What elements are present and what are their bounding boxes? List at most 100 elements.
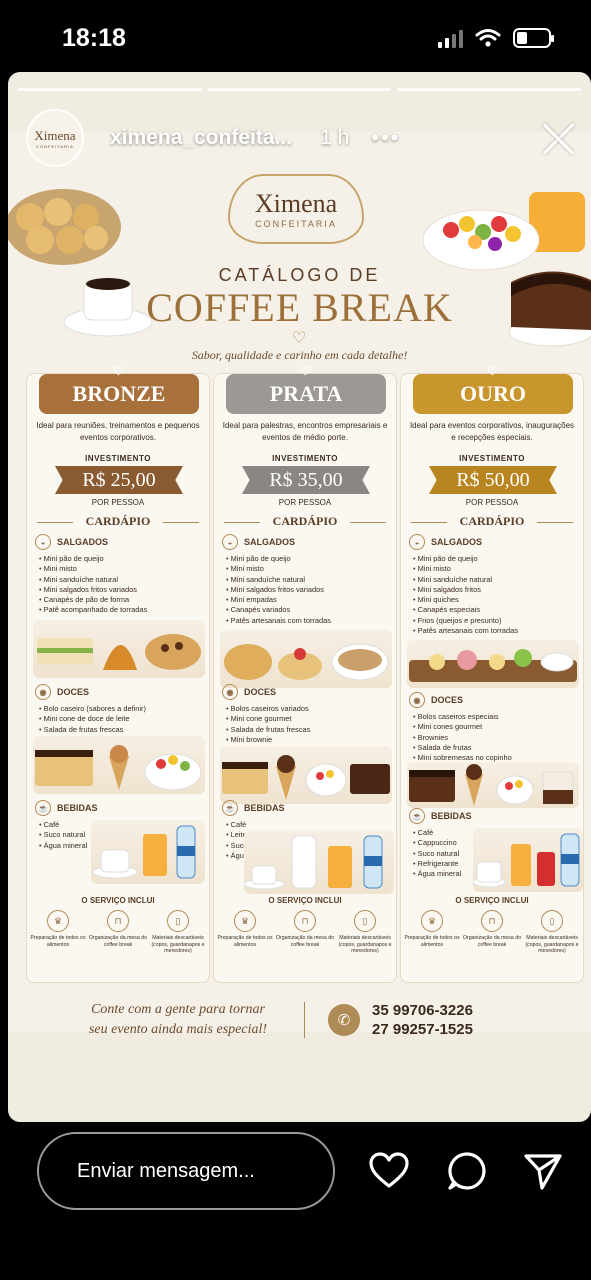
flyer-footer: Conte com a gente para tornar seu evento … — [8, 992, 591, 1042]
service-item: ▯ Materiais descartáveis (copos, guardana… — [149, 910, 207, 955]
service-item: ♛ Preparação de todos os alimentos — [216, 910, 274, 955]
service-label: O SERVIÇO INCLUI — [268, 896, 342, 905]
service-text: Materiais descartáveis (copos, guardanap… — [525, 935, 579, 955]
menu-item: Canapés de pão de forma — [39, 595, 203, 605]
menu-item: Mini misto — [413, 564, 577, 574]
menu-item: Canapés especiais — [413, 605, 577, 615]
investment-label: INVESTIMENTO — [459, 454, 525, 463]
story-username[interactable]: ximena_confeita... — [110, 126, 292, 150]
brand-logo: Ximena CONFEITARIA — [228, 174, 364, 244]
menu-item: Mini empadas — [226, 595, 390, 605]
menu-item: Mini sanduíche natural — [226, 575, 390, 585]
avatar[interactable]: Ximena CONFEITARIA — [26, 109, 84, 167]
doces-list: Bolos caseiros especiaisMini cones gourm… — [413, 712, 577, 763]
services-row: ♛ Preparação de todos os alimentos ⊓ Organ… — [403, 910, 581, 955]
chef-hat-icon: ♛ — [47, 910, 69, 932]
footer-line1: Conte com a gente para tornar — [91, 1002, 265, 1017]
close-icon[interactable] — [541, 120, 577, 156]
heart-icon[interactable] — [368, 1150, 410, 1192]
menu-item: Mini pão de queijo — [226, 554, 390, 564]
menu-item: Mini quiches — [413, 595, 577, 605]
bebidas-section: ☕ BEBIDAS — [409, 808, 472, 824]
menu-item: Mini cones gourmet — [413, 722, 577, 732]
section-title: DOCES — [57, 687, 90, 697]
comment-icon[interactable] — [446, 1150, 488, 1192]
story-progress — [18, 88, 582, 91]
table-icon: ⊓ — [481, 910, 503, 932]
bebidas-section: ☕ BEBIDAS — [35, 800, 98, 816]
more-options-icon[interactable]: ••• — [371, 125, 400, 151]
table-icon: ⊓ — [294, 910, 316, 932]
menu-item: Bolos caseiros variados — [226, 704, 390, 714]
doces-photo — [33, 736, 205, 794]
menu-item: Mini brownie — [226, 735, 390, 745]
package-name-badge: ♡ PRATA — [226, 364, 386, 414]
story-time: 1 h — [320, 126, 350, 149]
bebidas-photo — [473, 828, 583, 892]
service-text: Preparação de todos os alimentos — [30, 935, 86, 948]
per-person-label: POR PESSOA — [278, 498, 332, 507]
service-text: Preparação de todos os alimentos — [404, 935, 460, 948]
menu-label: CARDÁPIO — [27, 514, 209, 529]
phone-number-1[interactable]: 35 99706-3226 — [372, 1002, 473, 1019]
chef-hat-icon: ♛ — [421, 910, 443, 932]
savory-icon: ◒ — [409, 534, 425, 550]
status-time: 18:18 — [62, 24, 126, 52]
heart-icon: ♡ — [113, 364, 124, 378]
story-viewer[interactable]: Ximena CONFEITARIA CATÁLOGO DE COFFEE BR… — [8, 72, 591, 1122]
salgados-photo — [220, 630, 392, 688]
investment-label: INVESTIMENTO — [85, 454, 151, 463]
package-price: R$ 50,00 — [429, 466, 557, 494]
bebidas-photo — [91, 820, 205, 884]
salgados-photo — [33, 620, 205, 678]
savory-icon: ◒ — [35, 534, 51, 550]
service-item: ♛ Preparação de todos os alimentos — [29, 910, 87, 955]
doces-section: ◉ DOCES — [222, 684, 276, 700]
section-title: BEBIDAS — [431, 811, 472, 821]
service-item: ▯ Materiais descartáveis (copos, guardana… — [336, 910, 394, 955]
package-description: Ideal para palestras, encontros empresar… — [222, 421, 388, 442]
cupcake-icon: ◉ — [409, 692, 425, 708]
salgados-section: ◒ SALGADOS — [409, 534, 482, 550]
chef-hat-icon: ♛ — [234, 910, 256, 932]
cup-icon: ▯ — [354, 910, 376, 932]
section-title: SALGADOS — [431, 537, 483, 547]
phone-number-2[interactable]: 27 99257-1525 — [372, 1021, 473, 1038]
menu-label: CARDÁPIO — [401, 514, 583, 529]
cup-icon: ▯ — [167, 910, 189, 932]
menu-item: Patê acompanhado de torradas — [39, 605, 203, 615]
service-label: O SERVIÇO INCLUI — [81, 896, 155, 905]
package-name: BRONZE — [72, 381, 166, 406]
send-icon[interactable] — [522, 1150, 564, 1192]
menu-item: Bolos caseiros especiais — [413, 712, 577, 722]
package-price: R$ 25,00 — [55, 466, 183, 494]
section-title: SALGADOS — [244, 537, 296, 547]
doces-photo — [220, 746, 392, 804]
service-text: Materiais descartáveis (copos, guardanap… — [151, 935, 205, 955]
service-text: Materiais descartáveis (copos, guardanap… — [338, 935, 392, 955]
menu-item: Café — [226, 820, 390, 830]
package-ouro: ♡ OURO Ideal para eventos corporativos, i… — [400, 364, 584, 983]
cupcake-icon: ◉ — [35, 684, 51, 700]
section-title: DOCES — [244, 687, 277, 697]
coffee-break-flyer: Ximena CONFEITARIA CATÁLOGO DE COFFEE BR… — [8, 132, 591, 1038]
fruit-juice-cake-illustration — [422, 192, 591, 347]
heart-icon: ♡ — [487, 364, 498, 378]
status-bar: 18:18 — [0, 0, 591, 70]
service-text: Preparação de todos os alimentos — [217, 935, 273, 948]
menu-item: Bolo caseiro (sabores a definir) — [39, 704, 203, 714]
cup-icon: ▯ — [541, 910, 563, 932]
wifi-icon — [475, 29, 501, 47]
per-person-label: POR PESSOA — [91, 498, 145, 507]
send-message-input[interactable]: Enviar mensagem... — [37, 1132, 335, 1210]
menu-item: Salada de frutas — [413, 743, 577, 753]
menu-item: Mini misto — [226, 564, 390, 574]
menu-item: Patês artesanais com torradas — [413, 626, 577, 636]
menu-item: Mini pão de queijo — [39, 554, 203, 564]
menu-item: Frios (queijos e presunto) — [413, 616, 577, 626]
logo-title: Ximena — [254, 189, 338, 218]
menu-item: Mini salgados fritos variados — [39, 585, 203, 595]
menu-item: Brownies — [413, 733, 577, 743]
investment-label: INVESTIMENTO — [272, 454, 338, 463]
catalog-title-line2: COFFEE BREAK — [146, 285, 453, 330]
